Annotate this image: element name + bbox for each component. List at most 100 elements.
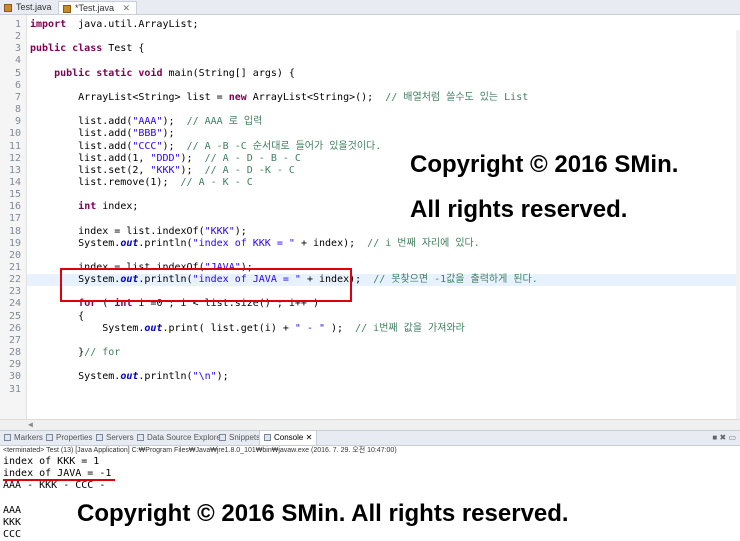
code-line[interactable]: 4: [0, 55, 740, 67]
line-number: 19: [8, 237, 21, 249]
scroll-left-icon[interactable]: ◀: [28, 420, 33, 430]
line-number: 23: [8, 286, 21, 298]
code-line[interactable]: 16 int index;: [0, 201, 740, 213]
code-text: list.add("AAA"); // AAA 로 입력: [30, 116, 263, 128]
close-icon[interactable]: ✕: [306, 433, 313, 442]
code-line[interactable]: 2: [0, 31, 740, 43]
code-line[interactable]: 26 System.out.print( list.get(i) + " - "…: [0, 323, 740, 335]
java-file-icon: [63, 5, 71, 13]
console-header: <terminated> Test (13) [Java Application…: [3, 447, 397, 454]
code-text: list.add("CCC"); // A -B -C 순서대로 들어가 있을것…: [30, 140, 382, 152]
line-number: 17: [8, 213, 21, 225]
tab-label: Test.java: [16, 2, 52, 12]
code-line[interactable]: 25 {: [0, 311, 740, 323]
tab-test-java[interactable]: Test.java: [0, 1, 58, 14]
code-line[interactable]: 20: [0, 250, 740, 262]
watermark-bottom: Copyright © 2016 SMin. All rights reserv…: [77, 500, 569, 527]
line-number: 25: [8, 310, 21, 322]
code-text: System.out.println("index of KKK = " + i…: [30, 237, 480, 249]
minimize-icon[interactable]: ▭: [728, 433, 736, 442]
line-number: 10: [8, 128, 21, 140]
tab-properties[interactable]: Properties: [46, 431, 92, 445]
tab-console[interactable]: Console ✕: [259, 431, 318, 445]
code-line[interactable]: 6: [0, 80, 740, 92]
code-text: System.out.print( list.get(i) + " - " );…: [30, 322, 465, 334]
line-number: 6: [14, 79, 21, 91]
watermark-line-1: Copyright © 2016 SMin.: [410, 151, 679, 178]
code-line[interactable]: 5 public static void main(String[] args)…: [0, 68, 740, 80]
code-line[interactable]: 28 }// for: [0, 347, 740, 359]
console-icon: [264, 434, 271, 441]
line-number: 11: [8, 140, 21, 152]
line-number: 16: [8, 201, 21, 213]
console-line: KKK: [3, 517, 22, 528]
console-line: CCC: [3, 529, 22, 541]
tab-snippets[interactable]: Snippets: [219, 431, 260, 445]
line-number: 5: [14, 67, 21, 79]
code-line[interactable]: 3 public class Test {: [0, 43, 740, 55]
code-text: index = list.indexOf("KKK");: [30, 225, 247, 237]
console-line: AAA: [3, 504, 22, 516]
close-icon[interactable]: ✕: [123, 3, 131, 13]
code-line[interactable]: 27: [0, 335, 740, 347]
code-line[interactable]: 31: [0, 384, 740, 396]
line-number: 9: [14, 116, 21, 128]
line-number: 21: [8, 262, 21, 273]
code-line[interactable]: 9 list.add("AAA"); // AAA 로 입력: [0, 116, 740, 128]
code-line[interactable]: 17: [0, 213, 740, 225]
line-number: 12: [8, 152, 21, 164]
line-number: 13: [8, 164, 21, 176]
line-number: 20: [8, 249, 21, 261]
code-text: }// for: [30, 347, 121, 359]
vertical-scrollbar[interactable]: [736, 30, 740, 434]
line-number: 15: [8, 189, 21, 201]
tab-data-source-explorer[interactable]: Data Source Explorer: [137, 431, 223, 445]
code-line[interactable]: 30 System.out.println("\n");: [0, 371, 740, 383]
code-line[interactable]: 29: [0, 359, 740, 371]
code-line[interactable]: 7 ArrayList<String> list = new ArrayList…: [0, 92, 740, 104]
remove-launch-icon[interactable]: ✖: [720, 433, 727, 442]
code-line[interactable]: 10 list.add("BBB");: [0, 128, 740, 140]
snippets-icon: [219, 434, 226, 441]
code-line[interactable]: 15: [0, 189, 740, 201]
watermark-line-2: All rights reserved.: [410, 196, 628, 223]
code-line[interactable]: 18 index = list.indexOf("KKK");: [0, 226, 740, 238]
line-number: 8: [14, 104, 21, 116]
code-text: list.add(1, "DDD"); // A - D - B - C: [30, 152, 301, 164]
code-line[interactable]: 1 import java.util.ArrayList;: [0, 19, 740, 31]
database-icon: [137, 434, 144, 441]
code-line[interactable]: 8: [0, 104, 740, 116]
tab-label: *Test.java: [75, 3, 115, 13]
code-text: ArrayList<String> list = new ArrayList<S…: [30, 91, 529, 103]
line-number: 4: [14, 55, 21, 67]
line-number: 31: [8, 383, 21, 395]
code-text: public class Test {: [30, 43, 145, 55]
tab-markers[interactable]: Markers: [4, 431, 43, 445]
output-underline: [3, 479, 115, 481]
views-tab-bar: Markers Properties Servers Data Source E…: [0, 430, 740, 446]
code-text: int index;: [78, 201, 139, 213]
properties-icon: [46, 434, 53, 441]
line-number: 26: [8, 322, 21, 334]
tab-servers[interactable]: Servers: [96, 431, 134, 445]
terminate-icon[interactable]: ■: [712, 433, 717, 442]
code-text: list.add("BBB");: [30, 128, 175, 140]
line-number: 22: [8, 274, 21, 286]
code-text: list.remove(1); // A - K - C: [30, 176, 253, 188]
markers-icon: [4, 434, 11, 441]
line-number: 28: [8, 347, 21, 359]
line-number: 3: [14, 43, 21, 55]
tab-test-java-modified[interactable]: *Test.java ✕: [58, 1, 138, 14]
line-number: 2: [14, 31, 21, 43]
code-text: import java.util.ArrayList;: [30, 19, 199, 30]
line-number: 1: [14, 19, 21, 30]
servers-icon: [96, 434, 103, 441]
console-toolbar: ■ ✖ ▭: [712, 431, 736, 445]
line-number: 29: [8, 359, 21, 371]
line-number: 18: [8, 225, 21, 237]
code-text: System.out.println("\n");: [30, 371, 229, 383]
code-line[interactable]: 19 System.out.println("index of KKK = " …: [0, 238, 740, 250]
line-number: 30: [8, 371, 21, 383]
horizontal-scrollbar[interactable]: ◀: [0, 419, 740, 430]
code-editor[interactable]: 1 import java.util.ArrayList; 2 3 public cla…: [0, 15, 740, 434]
